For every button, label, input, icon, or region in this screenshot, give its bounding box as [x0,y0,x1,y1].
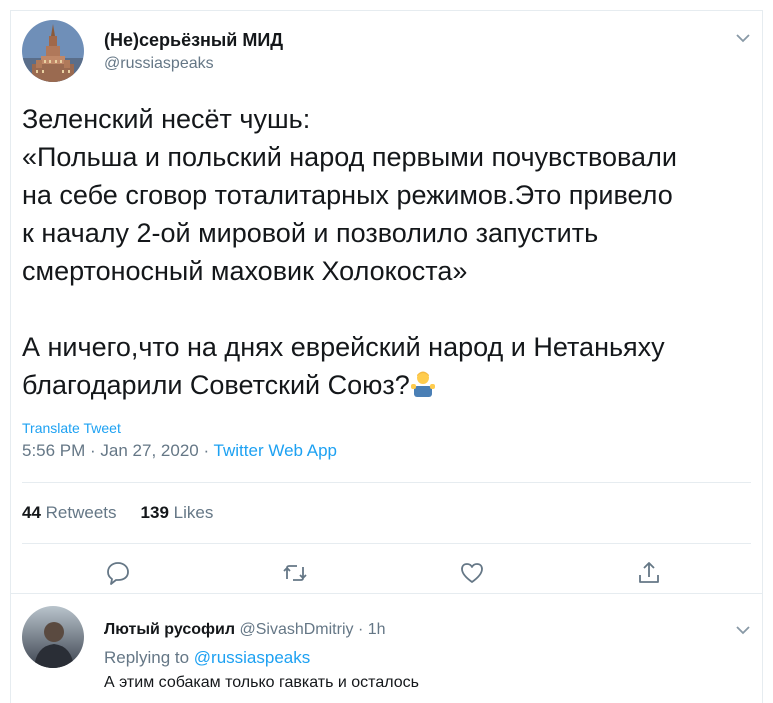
tweet-line: на себе сговор тоталитарных режимов.Это … [22,180,673,210]
tweet-source-app[interactable]: Twitter Web App [214,441,337,460]
action-bar [22,560,751,592]
retweet-icon[interactable] [282,560,308,586]
author-avatar[interactable] [22,20,84,82]
reply-author-name[interactable]: Лютый русофил [104,621,235,638]
share-icon[interactable] [636,560,662,586]
likes-stat[interactable]: 139 Likes [141,503,214,522]
retweets-label: Retweets [45,503,117,522]
tweet-line: к началу 2-ой мировой и позволило запуст… [22,218,599,248]
translate-tweet-link[interactable]: Translate Tweet [22,420,121,436]
tweet-meta: 5:56 PM · Jan 27, 2020 · Twitter Web App [22,441,337,461]
tweet-line-last: благодарили Советский Союз? [22,366,742,404]
tweet-line: Зеленский несёт чушь: [22,104,311,134]
divider [22,543,751,544]
likes-count: 139 [140,503,169,522]
tweet-text: Зеленский несёт чушь: «Польша и польский … [22,100,742,404]
reply-time[interactable]: 1h [368,621,386,638]
tweet-date[interactable]: Jan 27, 2020 [100,441,198,460]
chevron-down-icon[interactable] [733,28,753,48]
retweets-stat[interactable]: 44 Retweets [22,503,117,522]
tweet-line: смертоносный маховик Холокоста» [22,256,468,286]
chevron-down-icon[interactable] [733,620,753,640]
tweet-stats: 44 Retweets 139 Likes [22,503,213,523]
reply-author-avatar[interactable] [22,606,84,668]
author-handle[interactable]: @russiaspeaks [104,55,214,73]
replying-prefix: Replying to [104,648,194,667]
man-shrugging-emoji-icon [410,369,436,399]
tweet-time[interactable]: 5:56 PM [22,441,85,460]
replying-to: Replying to @russiaspeaks [104,648,310,668]
reply-author-handle[interactable]: @SivashDmitriy [239,621,353,638]
tweet-line: «Польша и польский народ первыми почувст… [22,142,677,172]
retweets-count: 44 [22,503,41,522]
separator: · [198,441,214,460]
heart-icon[interactable] [459,560,485,586]
tweet-line: А ничего,что на днях еврейский народ и Н… [22,332,665,362]
reply-icon[interactable] [105,560,131,586]
separator: · [85,441,101,460]
reply-text: А этим собакам только гавкать и осталось [104,674,419,691]
divider [22,482,751,483]
likes-label: Likes [173,503,214,522]
tweet-line: благодарили Советский Союз? [22,370,410,400]
author-name[interactable]: (Не)серьёзный МИД [104,30,283,51]
separator: · [353,621,368,638]
reply-header: Лютый русофил @SivashDmitriy · 1h [104,621,386,639]
replying-mention[interactable]: @russiaspeaks [194,648,310,667]
divider [10,593,763,594]
